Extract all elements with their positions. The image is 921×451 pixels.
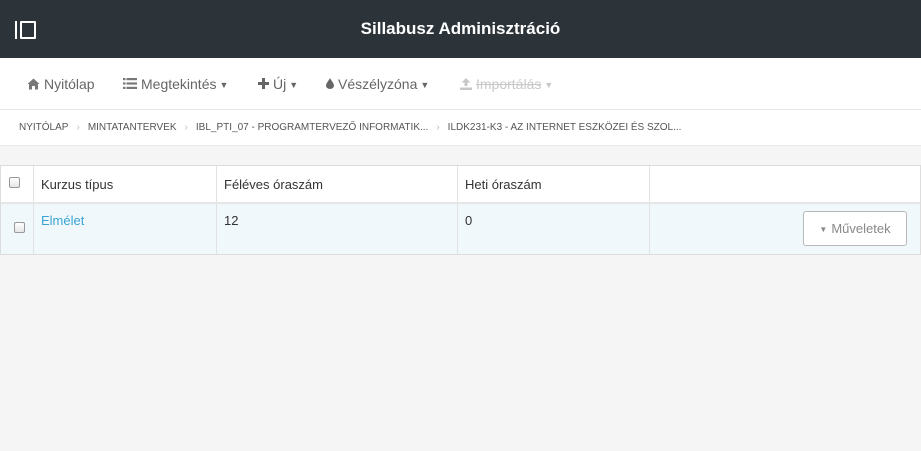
breadcrumb-separator: › xyxy=(76,122,80,133)
chevron-down-icon: ▼ xyxy=(544,80,554,90)
column-header-semester-hours[interactable]: Féléves óraszám xyxy=(217,166,458,202)
column-header-weekly-hours[interactable]: Heti óraszám xyxy=(458,166,650,202)
import-label: Importálás xyxy=(476,76,542,92)
home-menu[interactable]: Nyitólap xyxy=(27,58,95,110)
table-header: Kurzus típus Féléves óraszám Heti óraszá… xyxy=(1,166,920,204)
home-icon xyxy=(27,78,40,90)
semester-hours-cell: 12 xyxy=(217,204,458,254)
actions-label: Műveletek xyxy=(831,221,891,236)
view-label: Megtekintés xyxy=(141,76,217,92)
upload-icon xyxy=(460,78,472,90)
select-all-checkbox[interactable] xyxy=(9,177,20,188)
actions-button[interactable]: ▼ Műveletek xyxy=(803,211,907,246)
breadcrumb: NYITÓLAP › MINTATANTERVEK › IBL_PTI_07 - PRO… xyxy=(0,110,921,146)
breadcrumb-separator: › xyxy=(436,122,440,133)
actions-cell: ▼ Műveletek xyxy=(650,204,920,254)
breadcrumb-item-program[interactable]: IBL_PTI_07 - PROGRAMTERVEZŐ INFORMATIK..… xyxy=(196,110,428,146)
danger-zone-menu[interactable]: Vészélyzóna ▼ xyxy=(326,58,429,110)
app-title: Sillabusz Adminisztráció xyxy=(360,19,561,38)
new-menu[interactable]: Új ▼ xyxy=(258,58,298,110)
new-label: Új xyxy=(273,76,287,92)
column-header-actions xyxy=(650,166,920,202)
tint-icon xyxy=(326,78,334,89)
home-label: Nyitólap xyxy=(44,76,95,92)
course-type-link[interactable]: Elmélet xyxy=(41,213,84,228)
breadcrumb-separator: › xyxy=(184,122,188,133)
view-menu[interactable]: Megtekintés ▼ xyxy=(123,58,228,110)
toolbar: Nyitólap Megtekintés ▼ Új ▼ Vészélyzóna ▼ I… xyxy=(0,58,921,110)
weekly-hours-cell: 0 xyxy=(458,204,650,254)
list-icon xyxy=(123,78,137,89)
top-bar: Sillabusz Adminisztráció xyxy=(0,0,921,58)
breadcrumb-item-curricula[interactable]: MINTATANTERVEK xyxy=(88,110,177,146)
row-checkbox[interactable] xyxy=(14,222,25,233)
breadcrumb-item-course[interactable]: ILDK231-K3 - AZ INTERNET ESZKÖZEI ÉS SZO… xyxy=(448,110,682,146)
plus-icon xyxy=(258,78,269,89)
import-menu: Importálás ▼ xyxy=(460,58,553,110)
select-all-cell xyxy=(1,166,34,202)
chevron-down-icon: ▼ xyxy=(420,80,430,90)
danger-zone-label: Vészélyzóna xyxy=(338,76,418,92)
table-row: Elmélet 12 0 ▼ Műveletek xyxy=(1,204,920,254)
breadcrumb-item-home[interactable]: NYITÓLAP xyxy=(19,110,68,146)
column-header-course-type[interactable]: Kurzus típus xyxy=(34,166,217,202)
chevron-down-icon: ▼ xyxy=(819,225,828,234)
row-select-cell xyxy=(1,204,34,254)
chevron-down-icon: ▼ xyxy=(289,80,299,90)
course-type-table: Kurzus típus Féléves óraszám Heti óraszá… xyxy=(0,165,921,255)
course-type-cell: Elmélet xyxy=(34,204,217,254)
chevron-down-icon: ▼ xyxy=(219,80,229,90)
